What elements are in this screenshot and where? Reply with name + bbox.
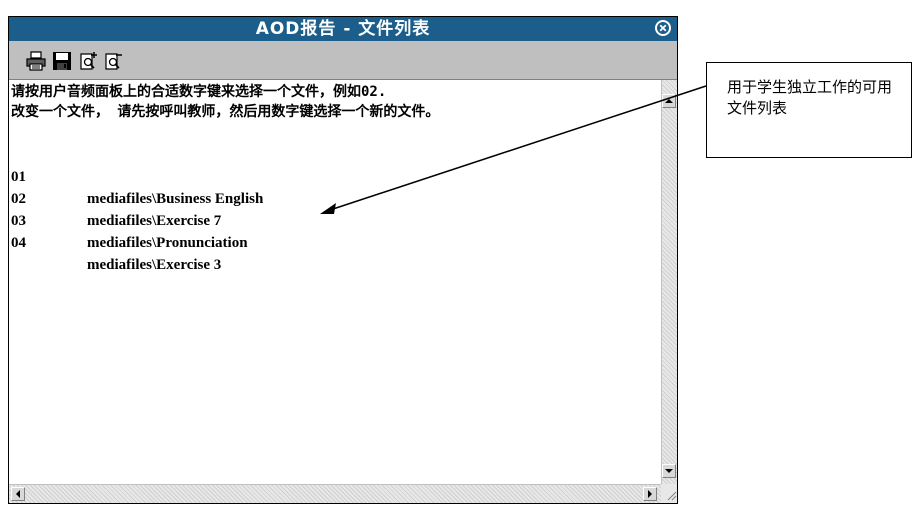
file-row-02[interactable]: 02 mediafiles\Exercise 7 xyxy=(11,166,411,229)
scroll-right-button[interactable] xyxy=(643,487,657,501)
stage: AOD报告 - 文件列表 请按用户音频面板上的合适数字键来选择一个文件，例如02… xyxy=(0,0,922,514)
horizontal-scrollbar[interactable] xyxy=(9,484,661,503)
zoom-out-icon xyxy=(105,53,122,70)
vertical-scrollbar[interactable] xyxy=(661,80,677,484)
scroll-up-button[interactable] xyxy=(662,94,676,108)
arrow-up-icon xyxy=(665,99,673,103)
file-row-01[interactable]: 01 mediafiles\Business English xyxy=(11,144,411,207)
file-row-03[interactable]: 03 mediafiles\Pronunciation xyxy=(11,188,411,251)
toolbar xyxy=(9,41,677,80)
file-list-content: 请按用户音频面板上的合适数字键来选择一个文件，例如02. 改变一个文件， 请先按… xyxy=(9,80,661,484)
resize-grip[interactable] xyxy=(661,484,677,503)
arrow-down-icon xyxy=(665,469,673,473)
printer-icon xyxy=(26,51,46,71)
zoom-in-icon xyxy=(80,52,97,70)
save-button[interactable] xyxy=(51,50,73,72)
instruction-line-2: 改变一个文件， 请先按呼叫教师，然后用数字键选择一个新的文件。 xyxy=(11,104,440,120)
file-row-04[interactable]: 04 mediafiles\Exercise 3 xyxy=(11,210,411,273)
close-button[interactable] xyxy=(655,20,671,36)
file-number: 04 xyxy=(11,235,26,251)
resize-grip-icon xyxy=(667,491,677,501)
arrow-right-icon xyxy=(648,490,652,498)
title-bar: AOD报告 - 文件列表 xyxy=(9,17,677,41)
window-title: AOD报告 - 文件列表 xyxy=(255,19,431,39)
print-button[interactable] xyxy=(25,50,47,72)
arrow-left-icon xyxy=(16,490,20,498)
zoom-in-button[interactable] xyxy=(78,50,100,72)
file-path: mediafiles\Exercise 3 xyxy=(87,257,222,273)
zoom-out-button[interactable] xyxy=(103,50,125,72)
annotation-callout: 用于学生独立工作的可用文件列表 xyxy=(706,62,912,158)
scroll-down-button[interactable] xyxy=(662,464,676,478)
close-icon xyxy=(657,22,669,34)
scroll-left-button[interactable] xyxy=(11,487,25,501)
annotation-text: 用于学生独立工作的可用文件列表 xyxy=(727,78,893,117)
instruction-line-1: 请按用户音频面板上的合适数字键来选择一个文件，例如02. xyxy=(11,84,387,100)
save-icon xyxy=(53,52,71,70)
file-path: mediafiles\Pronunciation xyxy=(87,235,248,251)
file-list-window: AOD报告 - 文件列表 请按用户音频面板上的合适数字键来选择一个文件，例如02… xyxy=(8,16,678,504)
